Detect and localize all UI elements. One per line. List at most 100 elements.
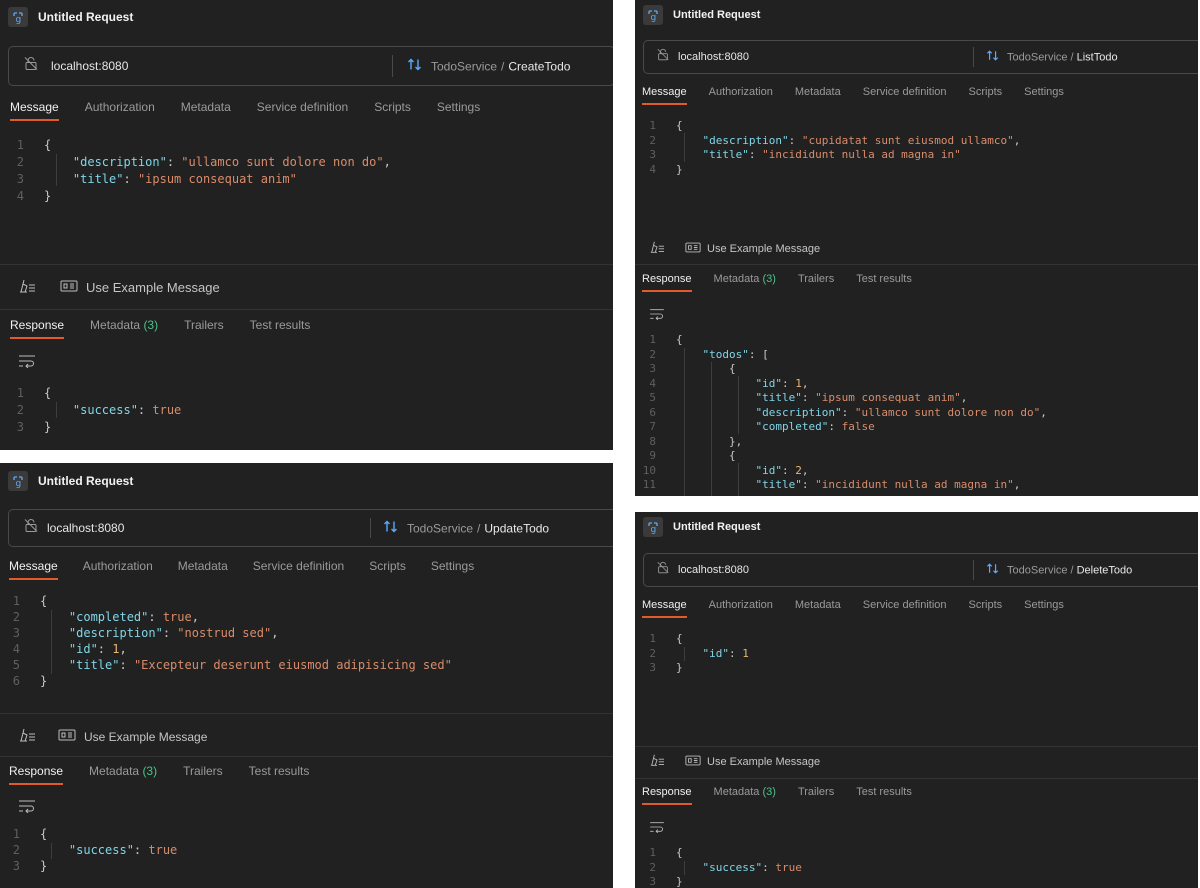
tab-settings[interactable]: Settings <box>437 100 480 114</box>
tab-metadata[interactable]: Metadata <box>795 599 841 611</box>
no-tls-lock-icon[interactable] <box>656 561 670 580</box>
code-token: , <box>1040 405 1047 419</box>
use-example-button[interactable]: Use Example Message <box>58 729 207 744</box>
tab-response[interactable]: Response <box>9 764 64 785</box>
code-token: } <box>40 859 48 873</box>
no-tls-lock-icon[interactable] <box>656 48 670 67</box>
code-token: "description" <box>40 626 163 640</box>
beautify-icon[interactable] <box>649 753 665 770</box>
use-example-label: Use Example Message <box>707 242 821 255</box>
tab-service-definition[interactable]: Service definition <box>253 559 344 573</box>
tab-trailers[interactable]: Trailers <box>798 273 834 285</box>
code-text: "title": "ipsum consequat anim", <box>676 391 967 404</box>
code-token: "id" <box>676 646 729 660</box>
method-selector[interactable]: TodoService / DeleteTodo <box>986 563 1132 578</box>
tab-trailers[interactable]: Trailers <box>184 318 224 332</box>
beautify-icon[interactable] <box>18 278 36 297</box>
tab-scripts[interactable]: Scripts <box>369 559 406 573</box>
code-text: "description": "nostrud sed", <box>40 626 279 640</box>
tab-authorization[interactable]: Authorization <box>83 559 153 573</box>
tab-authorization[interactable]: Authorization <box>709 86 773 98</box>
url-input[interactable]: localhost:8080 <box>678 51 749 63</box>
code-text: } <box>676 875 683 888</box>
tab-response-metadata[interactable]: Metadata (3) <box>90 318 158 332</box>
tab-settings[interactable]: Settings <box>431 559 474 573</box>
beautify-icon[interactable] <box>18 727 36 746</box>
tab-metadata[interactable]: Metadata <box>181 100 231 114</box>
tab-scripts[interactable]: Scripts <box>969 599 1003 611</box>
tab-response-metadata[interactable]: Metadata (3) <box>89 764 157 778</box>
use-example-button[interactable]: Use Example Message <box>685 755 820 769</box>
request-title: Untitled Request <box>38 10 134 24</box>
tab-response[interactable]: Response <box>642 786 692 805</box>
wrap-lines-icon[interactable] <box>649 307 665 325</box>
editor-toolbar: Use Example Message <box>649 753 820 770</box>
wrap-lines-icon[interactable] <box>18 799 36 818</box>
tab-scripts[interactable]: Scripts <box>969 86 1003 98</box>
url-input[interactable]: localhost:8080 <box>51 59 128 73</box>
tab-test-results[interactable]: Test results <box>856 786 912 798</box>
beautify-icon[interactable] <box>649 240 665 257</box>
code-token: true <box>152 403 182 417</box>
tab-service-definition[interactable]: Service definition <box>863 86 947 98</box>
code-token: } <box>676 162 683 176</box>
tab-authorization[interactable]: Authorization <box>709 599 773 611</box>
tab-trailers[interactable]: Trailers <box>798 786 834 798</box>
wrap-lines-icon[interactable] <box>649 820 665 838</box>
titlebar: g Untitled Request <box>643 515 760 539</box>
tab-scripts[interactable]: Scripts <box>374 100 411 114</box>
method-selector[interactable]: TodoService / ListTodo <box>986 50 1118 65</box>
url-input[interactable]: localhost:8080 <box>678 564 749 576</box>
code-token: "completed" <box>676 420 829 433</box>
no-tls-lock-icon[interactable] <box>23 518 39 539</box>
tab-settings[interactable]: Settings <box>1024 599 1064 611</box>
line-number: 2 <box>16 403 24 417</box>
tab-settings[interactable]: Settings <box>1024 86 1064 98</box>
no-tls-lock-icon[interactable] <box>23 56 39 77</box>
tab-message[interactable]: Message <box>642 86 687 105</box>
code-text: "description": "ullamco sunt dolore non … <box>44 155 391 169</box>
tab-service-definition[interactable]: Service definition <box>863 599 947 611</box>
tab-service-definition[interactable]: Service definition <box>257 100 348 114</box>
line-number: 4 <box>12 642 20 656</box>
use-example-button[interactable]: Use Example Message <box>60 280 220 295</box>
method-selector[interactable]: TodoService / UpdateTodo <box>383 520 549 537</box>
use-example-button[interactable]: Use Example Message <box>685 242 820 256</box>
url-bar[interactable]: localhost:8080 TodoService / ListTodo <box>643 40 1198 74</box>
url-bar[interactable]: localhost:8080 TodoService / CreateTodo <box>8 46 613 86</box>
url-input[interactable]: localhost:8080 <box>47 521 124 535</box>
svg-text:g: g <box>651 525 657 534</box>
tab-message[interactable]: Message <box>642 599 687 618</box>
tab-response-metadata[interactable]: Metadata (3) <box>714 786 776 798</box>
url-bar[interactable]: localhost:8080 TodoService / UpdateTodo <box>8 509 613 547</box>
code-token: { <box>676 362 736 375</box>
url-bar[interactable]: localhost:8080 TodoService / DeleteTodo <box>643 553 1198 587</box>
line-number: 10 <box>642 463 656 477</box>
tab-response[interactable]: Response <box>642 273 692 292</box>
line-number: 2 <box>649 646 656 660</box>
code-token: "title" <box>676 148 749 161</box>
code-token: "nostrud sed" <box>177 626 272 640</box>
line-number: 5 <box>649 391 656 404</box>
tab-test-results[interactable]: Test results <box>249 764 310 778</box>
tab-test-results[interactable]: Test results <box>250 318 311 332</box>
svg-text:g: g <box>651 13 657 22</box>
metadata-label: Metadata <box>90 318 141 332</box>
wrap-lines-icon[interactable] <box>18 354 36 373</box>
tab-trailers[interactable]: Trailers <box>183 764 223 778</box>
request-panel-create: g Untitled Request localhost:8080 TodoSe… <box>0 0 613 450</box>
code-token: } <box>44 189 52 203</box>
code-token: "success" <box>40 843 134 857</box>
tab-metadata[interactable]: Metadata <box>178 559 228 573</box>
tab-response-metadata[interactable]: Metadata (3) <box>714 273 776 285</box>
tab-metadata[interactable]: Metadata <box>795 86 841 98</box>
tab-test-results[interactable]: Test results <box>856 273 912 285</box>
method-selector[interactable]: TodoService / CreateTodo <box>407 58 570 75</box>
tab-message[interactable]: Message <box>10 100 59 121</box>
tab-message[interactable]: Message <box>9 559 58 580</box>
code-text: { <box>44 138 51 152</box>
code-token: "incididunt nulla ad magna in" <box>762 148 961 161</box>
tab-authorization[interactable]: Authorization <box>85 100 155 114</box>
tab-response[interactable]: Response <box>10 318 65 339</box>
code-token: true <box>162 610 192 624</box>
